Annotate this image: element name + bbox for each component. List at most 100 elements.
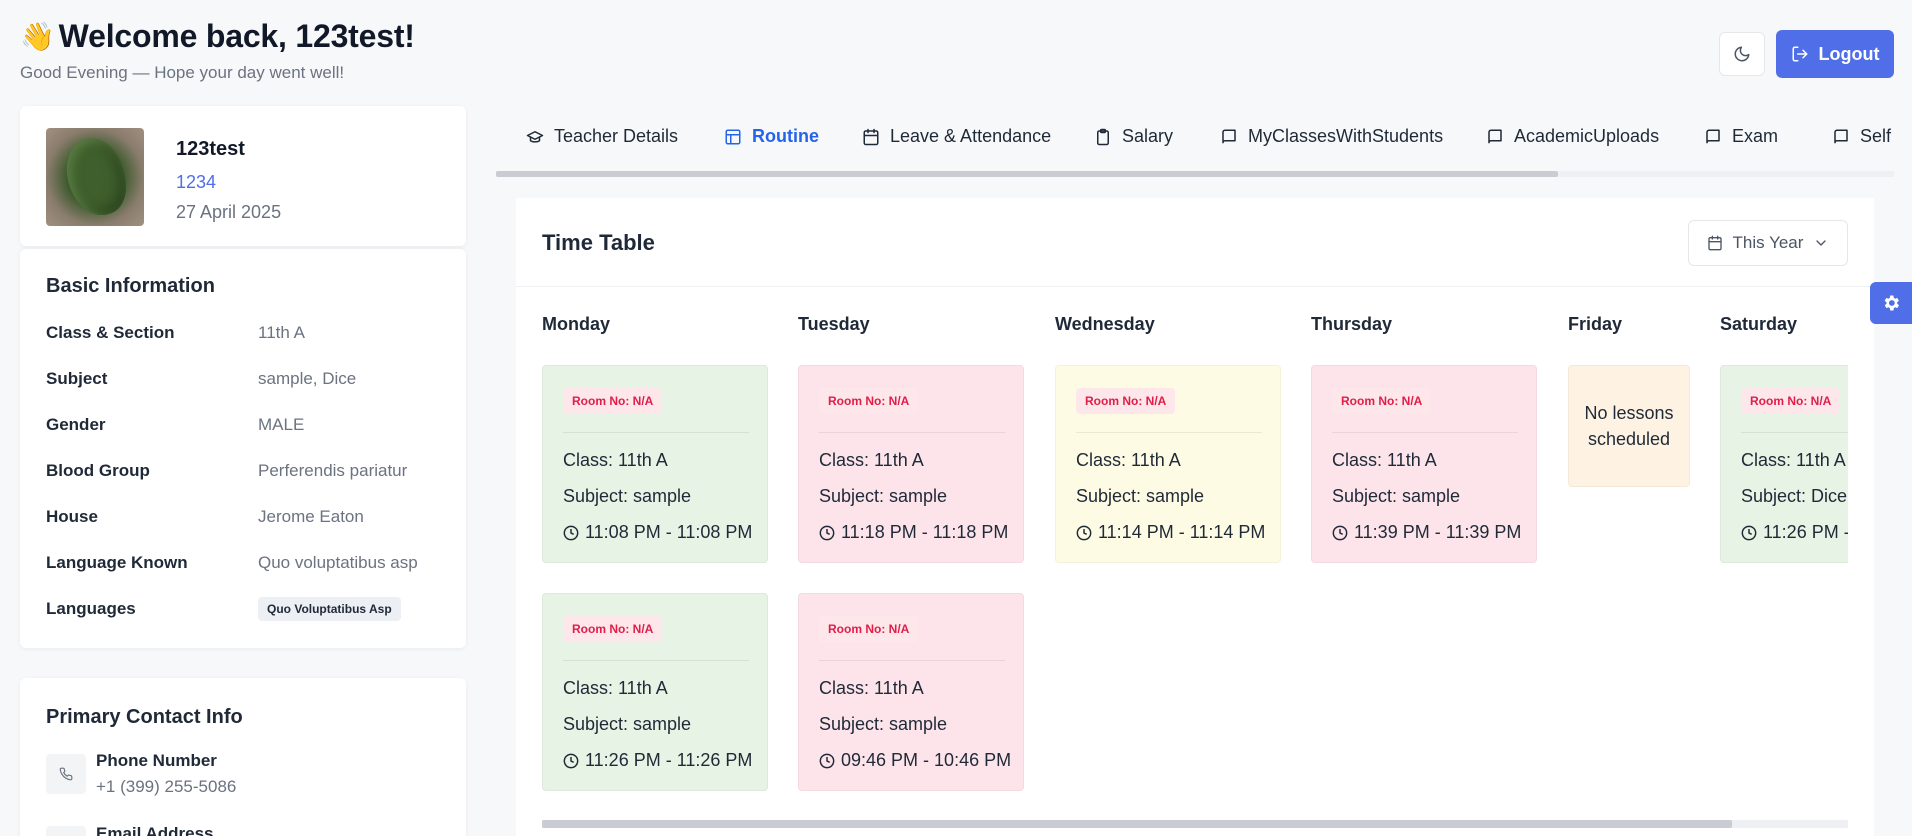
tab-salary[interactable]: Salary bbox=[1094, 126, 1173, 147]
phone-label: Phone Number bbox=[96, 751, 217, 770]
lesson-class: Class: 11th A bbox=[819, 678, 924, 698]
logout-icon bbox=[1792, 46, 1807, 62]
lesson-time: 09:46 PM - 10:46 PM bbox=[841, 750, 1012, 770]
room-badge: Room No: N/A bbox=[563, 388, 663, 414]
day-header-saturday: Saturday bbox=[1720, 314, 1798, 334]
clipboard-icon bbox=[1097, 128, 1109, 145]
book-icon bbox=[1488, 129, 1502, 143]
lesson-time-row: 11:14 PM - 11:14 PM bbox=[1076, 522, 1265, 543]
lesson-card[interactable]: Room No: N/A Class: 11th A Subject: samp… bbox=[798, 593, 1024, 791]
logout-button[interactable]: Logout bbox=[1776, 30, 1894, 78]
divider bbox=[563, 660, 749, 661]
tab-exam[interactable]: Exam bbox=[1704, 126, 1778, 147]
lesson-time: 11:26 PM - 11:26 PM bbox=[585, 750, 753, 770]
lesson-class: Class: 11th A bbox=[819, 450, 924, 470]
lesson-card[interactable]: Room No: N/A Class: 11th A Subject: samp… bbox=[798, 365, 1024, 563]
settings-button[interactable] bbox=[1870, 282, 1912, 324]
room-badge: Room No: N/A bbox=[819, 616, 919, 642]
lesson-time-row: 09:46 PM - 10:46 PM bbox=[819, 750, 1011, 771]
lesson-card[interactable]: Room No: N/A Class: 11th A Subject: samp… bbox=[542, 593, 768, 791]
tab-label: Routine bbox=[752, 126, 819, 146]
lesson-time: 11:39 PM - 11:39 PM bbox=[1354, 522, 1522, 542]
tab-teacher-details[interactable]: Teacher Details bbox=[526, 126, 678, 147]
logout-label: Logout bbox=[1818, 43, 1880, 64]
avatar bbox=[46, 128, 144, 226]
lesson-class: Class: 11th A bbox=[1332, 450, 1437, 470]
profile-date: 27 April 2025 bbox=[176, 202, 282, 222]
tab-leave-attendance[interactable]: Leave & Attendance bbox=[862, 126, 1051, 147]
room-badge: Room No: N/A bbox=[563, 616, 663, 642]
info-row: Gender MALE bbox=[46, 415, 446, 439]
tab-scrollbar-thumb[interactable] bbox=[496, 171, 1558, 177]
tab-self[interactable]: Self bbox=[1832, 126, 1891, 147]
info-row: Class & Section 11th A bbox=[46, 323, 446, 347]
divider bbox=[1332, 432, 1518, 433]
tab-routine[interactable]: Routine bbox=[724, 126, 819, 147]
tab-label: AcademicUploads bbox=[1514, 126, 1660, 146]
lesson-subject: Subject: sample bbox=[819, 486, 948, 506]
day-header-wednesday: Wednesday bbox=[1055, 314, 1155, 334]
timetable-scrollbar-thumb[interactable] bbox=[542, 820, 1732, 828]
lesson-time-row: 11:26 PM - 11:26 PM bbox=[563, 750, 752, 771]
basic-info-card: Basic Information Class & Section 11th A… bbox=[20, 248, 466, 648]
info-value: Jerome Eaton bbox=[258, 507, 364, 526]
tab-my-classes[interactable]: MyClassesWithStudents bbox=[1220, 126, 1443, 147]
tab-label: Leave & Attendance bbox=[890, 126, 1052, 146]
welcome-text: Welcome back, 123test! bbox=[58, 18, 415, 54]
clock-icon bbox=[563, 525, 579, 540]
mail-icon bbox=[46, 826, 86, 836]
chevron-down-icon bbox=[1816, 240, 1827, 246]
lesson-subject: Subject: sample bbox=[563, 486, 692, 506]
lesson-time: 11:26 PM - 11:26 PM bbox=[1763, 522, 1848, 542]
clock-icon bbox=[819, 525, 835, 540]
info-label: House bbox=[46, 507, 98, 526]
tab-academic-uploads[interactable]: AcademicUploads bbox=[1486, 126, 1659, 147]
book-icon bbox=[1222, 129, 1236, 143]
lesson-class: Class: 11th A bbox=[1076, 450, 1181, 470]
greeting-text: Good Evening — Hope your day went well! bbox=[20, 63, 345, 82]
wave-emoji: 👋 bbox=[20, 21, 55, 52]
lesson-card[interactable]: Room No: N/A Class: 11th A Subject: samp… bbox=[1311, 365, 1537, 563]
divider bbox=[1076, 432, 1262, 433]
clock-icon bbox=[1332, 525, 1348, 540]
info-value: 11th A bbox=[258, 323, 305, 342]
timetable-grid: Room No: N/A Class: 11th A Subject: samp… bbox=[542, 360, 1848, 800]
gear-icon bbox=[1884, 295, 1899, 311]
contact-title: Primary Contact Info bbox=[46, 706, 243, 728]
year-filter-label: This Year bbox=[1732, 233, 1804, 252]
year-filter-dropdown[interactable]: This Year bbox=[1688, 220, 1848, 266]
room-badge: Room No: N/A bbox=[1741, 388, 1841, 414]
divider bbox=[1741, 432, 1848, 433]
room-badge: Room No: N/A bbox=[1332, 388, 1432, 414]
info-label: Gender bbox=[46, 415, 106, 434]
divider bbox=[563, 432, 749, 433]
lesson-card[interactable]: Room No: N/A Class: 11th A Subject: samp… bbox=[1055, 365, 1281, 563]
lesson-card[interactable]: Room No: N/A Class: 11th A Subject: samp… bbox=[542, 365, 768, 563]
calendar-icon bbox=[863, 128, 879, 145]
lesson-time-row: 11:26 PM - 11:26 PM bbox=[1741, 522, 1848, 543]
clock-icon bbox=[1076, 525, 1092, 540]
phone-icon bbox=[46, 754, 86, 794]
timetable-title: Time Table bbox=[542, 230, 655, 255]
info-value: MALE bbox=[258, 415, 305, 434]
email-label: Email Address bbox=[96, 824, 214, 836]
contact-card: Primary Contact Info Phone Number +1 (39… bbox=[20, 678, 466, 836]
lesson-time: 11:18 PM - 11:18 PM bbox=[841, 522, 1009, 542]
info-row: House Jerome Eaton bbox=[46, 507, 446, 531]
tab-label: Self bbox=[1860, 126, 1892, 146]
lesson-class: Class: 11th A bbox=[1741, 450, 1846, 470]
info-row: Languages Quo Voluptatibus Asp bbox=[46, 597, 446, 623]
info-value: sample, Dice bbox=[258, 369, 357, 388]
info-row: Language Known Quo voluptatibus asp bbox=[46, 553, 446, 577]
divider bbox=[819, 432, 1005, 433]
lesson-subject: Subject: sample bbox=[1332, 486, 1461, 506]
lesson-class: Class: 11th A bbox=[563, 450, 668, 470]
lesson-time-row: 11:39 PM - 11:39 PM bbox=[1332, 522, 1521, 543]
lesson-card[interactable]: Room No: N/A Class: 11th A Subject: Dice… bbox=[1720, 365, 1848, 563]
lesson-time: 11:14 PM - 11:14 PM bbox=[1098, 522, 1266, 542]
calendar-icon bbox=[1707, 235, 1722, 251]
theme-toggle-button[interactable] bbox=[1719, 32, 1765, 76]
info-label: Class & Section bbox=[46, 323, 175, 342]
day-header-tuesday: Tuesday bbox=[798, 314, 870, 334]
divider bbox=[516, 286, 1874, 287]
